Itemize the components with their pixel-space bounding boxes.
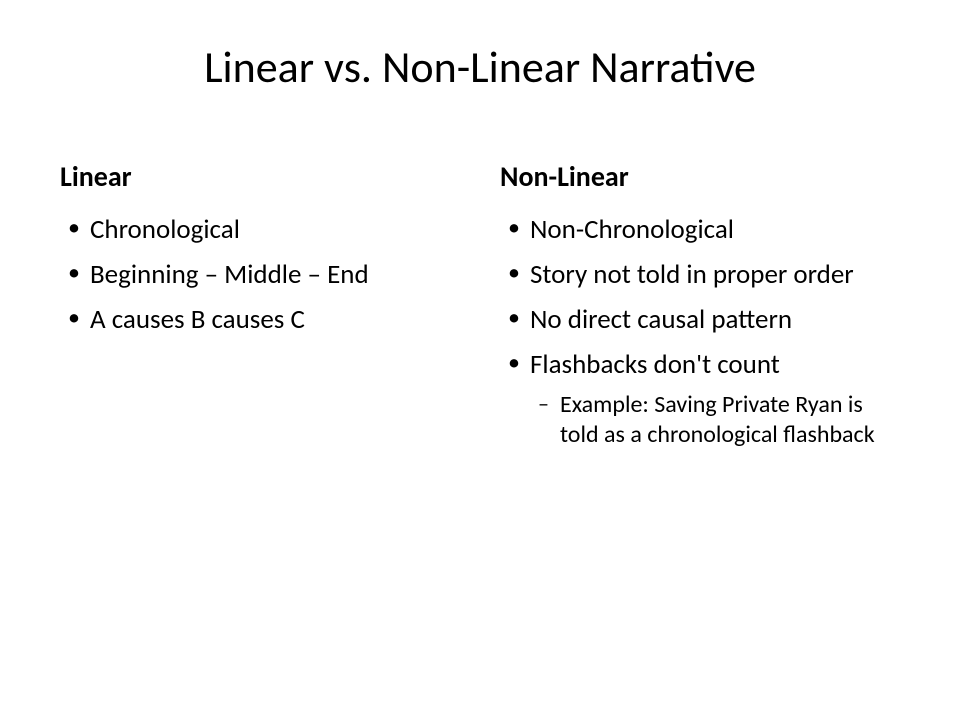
list-item-text: Flashbacks don't count — [530, 348, 780, 381]
left-list: Chronological Beginning – Middle – End A… — [60, 212, 460, 337]
sub-list: Example: Saving Private Ryan is told as … — [530, 390, 900, 450]
columns-container: Linear Chronological Beginning – Middle … — [60, 159, 900, 460]
right-column: Non-Linear Non-Chronological Story not t… — [500, 159, 900, 460]
list-item: Non-Chronological — [500, 212, 900, 247]
list-item: No direct causal pattern — [500, 302, 900, 337]
sub-list-item: Example: Saving Private Ryan is told as … — [530, 390, 900, 450]
right-list: Non-Chronological Story not told in prop… — [500, 212, 900, 450]
slide-title: Linear vs. Non-Linear Narrative — [60, 40, 900, 94]
left-heading: Linear — [60, 159, 460, 194]
list-item: Flashbacks don't count Example: Saving P… — [500, 347, 900, 450]
list-item: A causes B causes C — [60, 302, 460, 337]
left-column: Linear Chronological Beginning – Middle … — [60, 159, 460, 460]
right-heading: Non-Linear — [500, 159, 900, 194]
list-item: Story not told in proper order — [500, 257, 900, 292]
list-item: Chronological — [60, 212, 460, 247]
list-item: Beginning – Middle – End — [60, 257, 460, 292]
